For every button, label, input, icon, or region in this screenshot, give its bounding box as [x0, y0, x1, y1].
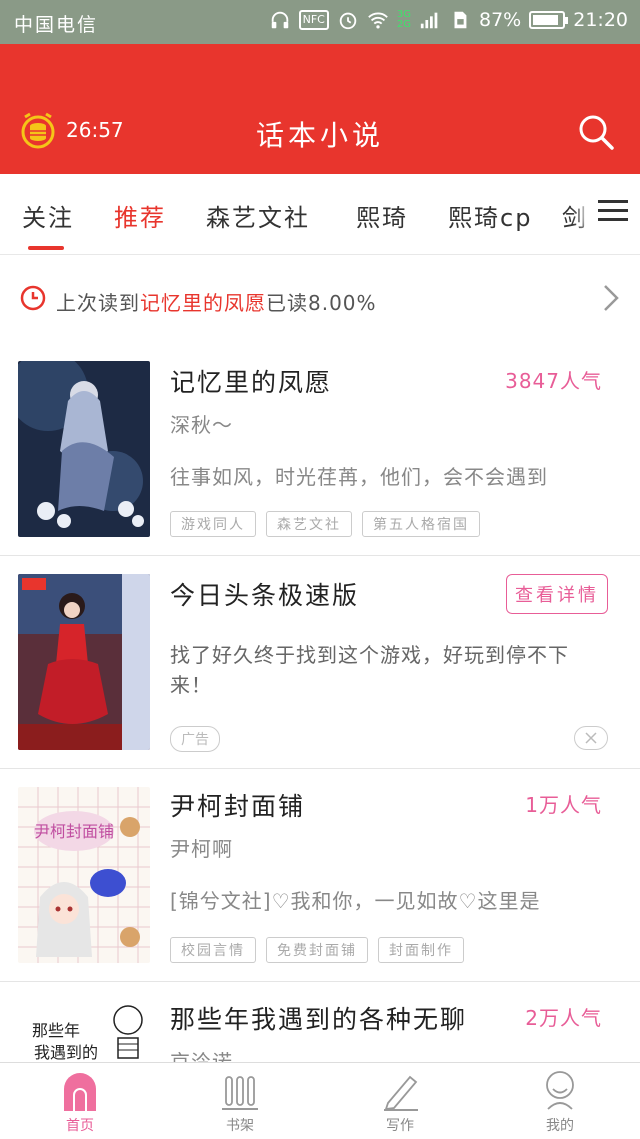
reading-history-bar[interactable]: 上次读到记忆里的凤愿已读8.00%: [0, 255, 640, 345]
bottom-navigation: 首页 书架 写作 我的: [0, 1062, 640, 1139]
network-type-icon: 3G 2G: [397, 10, 411, 30]
book-title: 尹柯封面铺: [170, 792, 306, 821]
book-cover: 尹柯封面铺: [18, 787, 150, 963]
app-header: 26:57 话本小说: [0, 44, 640, 174]
cover-title-line-2: 我遇到的: [34, 1043, 98, 1062]
book-tag[interactable]: 封面制作: [378, 937, 464, 963]
book-card[interactable]: 尹柯封面铺 尹柯封面铺 1万人气 尹柯啊 [锦兮文社]♡我和你，一见如故♡这里是…: [0, 769, 640, 982]
cover-title-line-1: 那些年: [32, 1021, 80, 1040]
book-tag[interactable]: 森艺文社: [266, 511, 352, 537]
book-cover: 那些年 我遇到的: [18, 998, 150, 1062]
book-title: 那些年我遇到的各种无聊: [170, 1005, 468, 1034]
book-tag[interactable]: 校园言情: [170, 937, 256, 963]
ad-card[interactable]: 今日头条极速版 查看详情 找了好久终于找到这个游戏，好玩到停不下来！ 广告: [0, 556, 640, 769]
book-author: 京泠诺: [170, 1050, 233, 1062]
book-tag[interactable]: 免费封面铺: [266, 937, 368, 963]
bookshelf-icon: [222, 1076, 258, 1110]
menu-icon[interactable]: [596, 194, 630, 228]
book-tag[interactable]: 第五人格宿国: [362, 511, 480, 537]
book-card[interactable]: 记忆里的凤愿 3847人气 深秋～ 往事如风，时光荏苒，他们，会不会遇到 游戏同…: [0, 345, 640, 556]
battery-icon: [529, 11, 569, 29]
ad-image: [18, 574, 150, 750]
tab-xiqi-cp[interactable]: 熙琦cp: [448, 198, 532, 233]
view-details-button[interactable]: 查看详情: [506, 574, 608, 614]
search-icon[interactable]: [576, 112, 616, 152]
book-title: 记忆里的凤愿: [170, 368, 333, 397]
nav-profile[interactable]: 我的: [520, 1069, 600, 1135]
book-author: 深秋～: [170, 413, 233, 437]
nav-write[interactable]: 写作: [360, 1069, 440, 1135]
battery-fill: [533, 15, 558, 25]
carrier-name: 中国电信: [14, 14, 99, 36]
signal-icon: [420, 12, 438, 29]
book-card[interactable]: 那些年 我遇到的 那些年我遇到的各种无聊 2万人气 京泠诺: [0, 982, 640, 1062]
popularity-count: 3847人气: [505, 369, 602, 393]
network-2g-label: 2G: [396, 19, 411, 30]
popularity-count: 2万人气: [525, 1006, 602, 1030]
pencil-icon: [384, 1075, 418, 1111]
tab-follow[interactable]: 关注: [22, 198, 74, 233]
clock-icon: [20, 285, 46, 311]
book-cover: [18, 361, 150, 537]
status-bar: 中国电信 NFC 3G 2G 87% 21:20: [0, 0, 640, 44]
tab-xiqi[interactable]: 熙琦: [356, 198, 408, 233]
alarm-icon: [339, 12, 357, 30]
nav-profile-label: 我的: [546, 1118, 574, 1134]
tab-indicator: [28, 246, 64, 250]
history-text: 上次读到记忆里的凤愿已读8.00%: [56, 287, 377, 316]
nav-home[interactable]: 首页: [40, 1069, 120, 1135]
nav-bookshelf[interactable]: 书架: [200, 1069, 280, 1135]
book-description: [锦兮文社]♡我和你，一见如故♡这里是: [170, 889, 541, 913]
ad-title: 今日头条极速版: [170, 581, 360, 610]
headphones-icon: [271, 11, 288, 29]
sim-card-icon: [454, 11, 467, 29]
app-title: 话本小说: [255, 119, 384, 152]
profile-icon: [546, 1071, 574, 1110]
tag-list: 游戏同人 森艺文社 第五人格宿国: [170, 511, 480, 537]
tab-jian[interactable]: 剑: [562, 198, 588, 233]
history-book-title: 记忆里的凤愿: [140, 291, 266, 315]
nav-bookshelf-label: 书架: [226, 1118, 254, 1134]
ad-label: 广告: [170, 726, 220, 752]
book-tag[interactable]: 游戏同人: [170, 511, 256, 537]
popularity-count: 1万人气: [525, 793, 602, 817]
nav-home-label: 首页: [66, 1118, 94, 1134]
history-prefix: 上次读到: [56, 291, 140, 315]
ad-description: 找了好久终于找到这个游戏，好玩到停不下来！: [170, 643, 569, 697]
category-tabs: 关注 推荐 森艺文社 熙琦 熙琦cp 剑: [0, 174, 640, 255]
chevron-right-icon: [604, 285, 619, 311]
battery-percent: 87%: [479, 9, 522, 31]
tag-list: 校园言情 免费封面铺 封面制作: [170, 937, 464, 963]
book-author: 尹柯啊: [170, 837, 233, 861]
cover-title: 尹柯封面铺: [34, 822, 114, 841]
tab-recommend[interactable]: 推荐: [114, 198, 166, 233]
history-progress: 已读8.00%: [266, 291, 377, 315]
close-icon[interactable]: [574, 726, 608, 750]
nfc-icon: NFC: [298, 10, 329, 30]
home-icon: [64, 1073, 96, 1111]
wifi-icon: [368, 12, 388, 29]
clock-time: 21:20: [573, 9, 628, 31]
book-description: 往事如风，时光荏苒，他们，会不会遇到: [170, 465, 548, 489]
nav-write-label: 写作: [386, 1118, 414, 1134]
tab-senyi[interactable]: 森艺文社: [206, 198, 310, 233]
